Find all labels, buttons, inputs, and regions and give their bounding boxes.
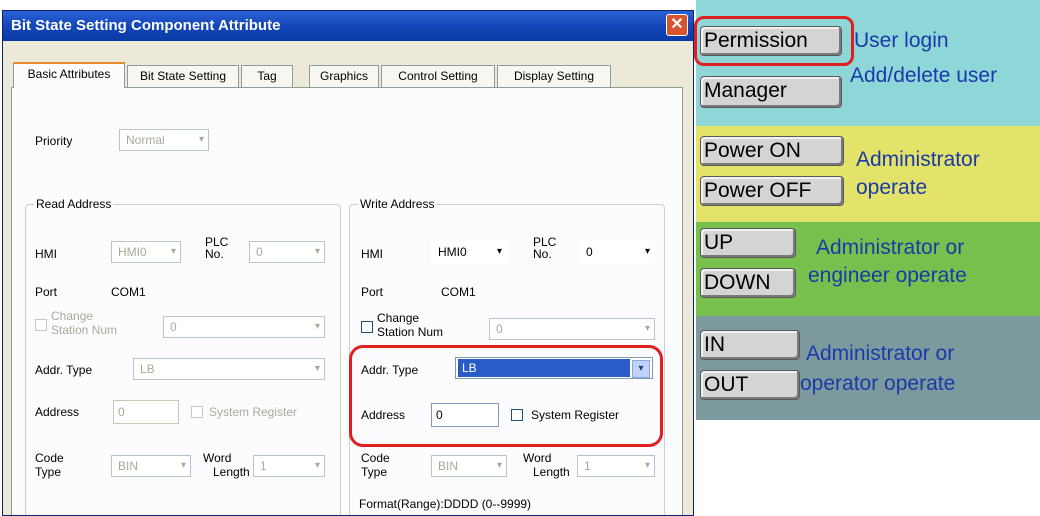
close-icon: ✕ [670,16,684,33]
read-hmi-select[interactable]: HMI0 ▾ [111,241,181,263]
chevron-down-icon: ▾ [170,246,176,257]
write-station-checkbox[interactable] [361,321,373,333]
priority-value: Normal [126,133,165,147]
read-word-length-value: 1 [260,459,267,473]
read-station-label: Change Station Num [51,309,118,337]
write-address-input[interactable]: 0 [431,403,499,427]
read-port-value: COM1 [111,285,146,299]
read-word-length-select[interactable]: 1 ▾ [253,455,325,477]
write-code-type-value: BIN [438,459,459,473]
write-addr-type-select[interactable]: LB ▾ [455,357,653,379]
chevron-down-icon: ▾ [314,246,320,257]
write-hmi-label: HMI [361,247,383,261]
priority-label: Priority [35,134,73,148]
tab-control-setting[interactable]: Control Setting [381,65,495,87]
power-desc-1: Administrator [856,148,980,171]
down-button[interactable]: DOWN [700,268,796,298]
inout-desc-2: operator operate [800,372,956,395]
write-station-label: Change Station Num [377,311,444,339]
read-addr-type-value: LB [140,362,155,376]
read-code-type-select[interactable]: BIN ▾ [111,455,191,477]
power-desc-2: operate [856,176,928,199]
tab-bit-state-setting[interactable]: Bit State Setting [127,65,239,87]
write-hmi-value: HMI0 [438,245,467,259]
tab-graphics[interactable]: Graphics [309,65,379,87]
write-addr-type-value: LB [458,359,630,377]
tab-basic-attributes[interactable]: Basic Attributes [13,62,125,88]
chevron-down-icon: ▾ [314,460,320,471]
permission-desc: User login [854,29,949,52]
read-code-type-label: Code Type [35,451,64,479]
write-port-label: Port [361,285,384,299]
chevron-down-icon: ▾ [644,460,650,471]
read-addr-type-label: Addr. Type [35,363,93,377]
out-button[interactable]: OUT [700,370,800,400]
write-code-type-label: Code Type [361,451,390,479]
chevron-down-icon: ▾ [632,360,650,378]
read-addr-type-select[interactable]: LB ▾ [133,358,325,380]
read-word-length-label: Word Length [203,451,250,479]
chevron-down-icon: ▾ [644,323,650,334]
write-code-type-select[interactable]: BIN ▾ [431,455,507,477]
read-plc-value: 0 [256,245,263,259]
write-word-length-value: 1 [584,459,591,473]
write-hmi-select[interactable]: HMI0 ▾ [431,241,507,263]
read-sysreg-label: System Register [209,405,298,419]
tab-display-setting[interactable]: Display Setting [497,65,611,87]
power-on-button[interactable]: Power ON [700,136,844,166]
permission-button[interactable]: Permission [700,26,842,56]
write-station-value: 0 [496,322,503,336]
power-off-button[interactable]: Power OFF [700,176,844,206]
tab-tag[interactable]: Tag [241,65,293,87]
read-address-legend: Read Address [34,197,114,211]
chevron-down-icon: ▾ [180,460,186,471]
manager-button[interactable]: Manager [700,76,842,108]
read-hmi-label: HMI [35,247,57,261]
write-plc-value: 0 [586,245,593,259]
write-sysreg-checkbox[interactable] [511,409,523,421]
read-hmi-value: HMI0 [118,245,147,259]
manager-desc: Add/delete user [850,64,998,87]
write-port-value: COM1 [441,285,476,299]
in-button[interactable]: IN [700,330,800,360]
read-plc-select[interactable]: 0 ▾ [249,241,325,263]
read-station-value: 0 [170,320,177,334]
write-word-length-select[interactable]: 1 ▾ [577,455,655,477]
chevron-down-icon: ▾ [198,134,204,145]
chevron-down-icon: ▾ [496,246,502,257]
close-button[interactable]: ✕ [666,14,688,36]
write-format-range: Format(Range):DDDD (0--9999) [359,497,532,511]
read-address-input[interactable]: 0 [113,400,179,424]
attribute-dialog: Bit State Setting Component Attribute ✕ … [2,10,694,516]
write-address-legend: Write Address [358,197,437,211]
write-station-select[interactable]: 0 ▾ [489,318,655,340]
chevron-down-icon: ▾ [314,321,320,332]
inout-desc-1: Administrator or [806,342,955,365]
updown-desc-1: Administrator or [816,236,965,259]
read-station-select[interactable]: 0 ▾ [163,316,325,338]
write-addr-type-label: Addr. Type [361,363,419,377]
read-port-label: Port [35,285,58,299]
read-station-checkbox[interactable] [35,319,47,331]
chevron-down-icon: ▾ [644,246,650,257]
read-plc-label: PLC No. [205,235,229,261]
read-address-label: Address [35,405,80,419]
write-address-label: Address [361,408,406,422]
chevron-down-icon: ▾ [496,460,502,471]
dialog-title: Bit State Setting Component Attribute [11,17,281,34]
write-plc-label: PLC No. [533,235,557,261]
read-sysreg-checkbox[interactable] [191,406,203,418]
write-sysreg-label: System Register [531,408,620,422]
updown-desc-2: engineer operate [808,264,967,287]
chevron-down-icon: ▾ [314,363,320,374]
priority-select[interactable]: Normal ▾ [119,129,209,151]
title-bar[interactable]: Bit State Setting Component Attribute ✕ [3,11,693,41]
write-plc-select[interactable]: 0 ▾ [579,241,655,263]
write-word-length-label: Word Length [523,451,570,479]
read-code-type-value: BIN [118,459,139,473]
up-button[interactable]: UP [700,228,796,258]
